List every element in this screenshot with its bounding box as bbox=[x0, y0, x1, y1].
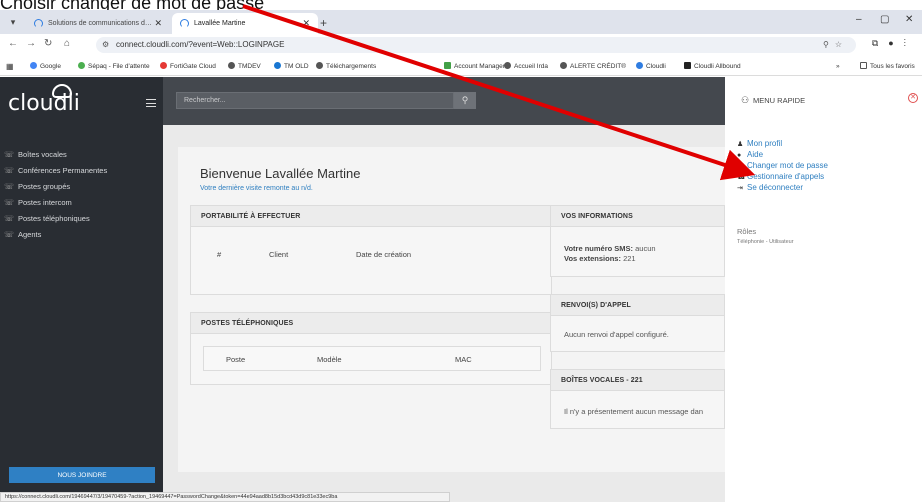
annotation-arrow bbox=[242, 4, 756, 181]
